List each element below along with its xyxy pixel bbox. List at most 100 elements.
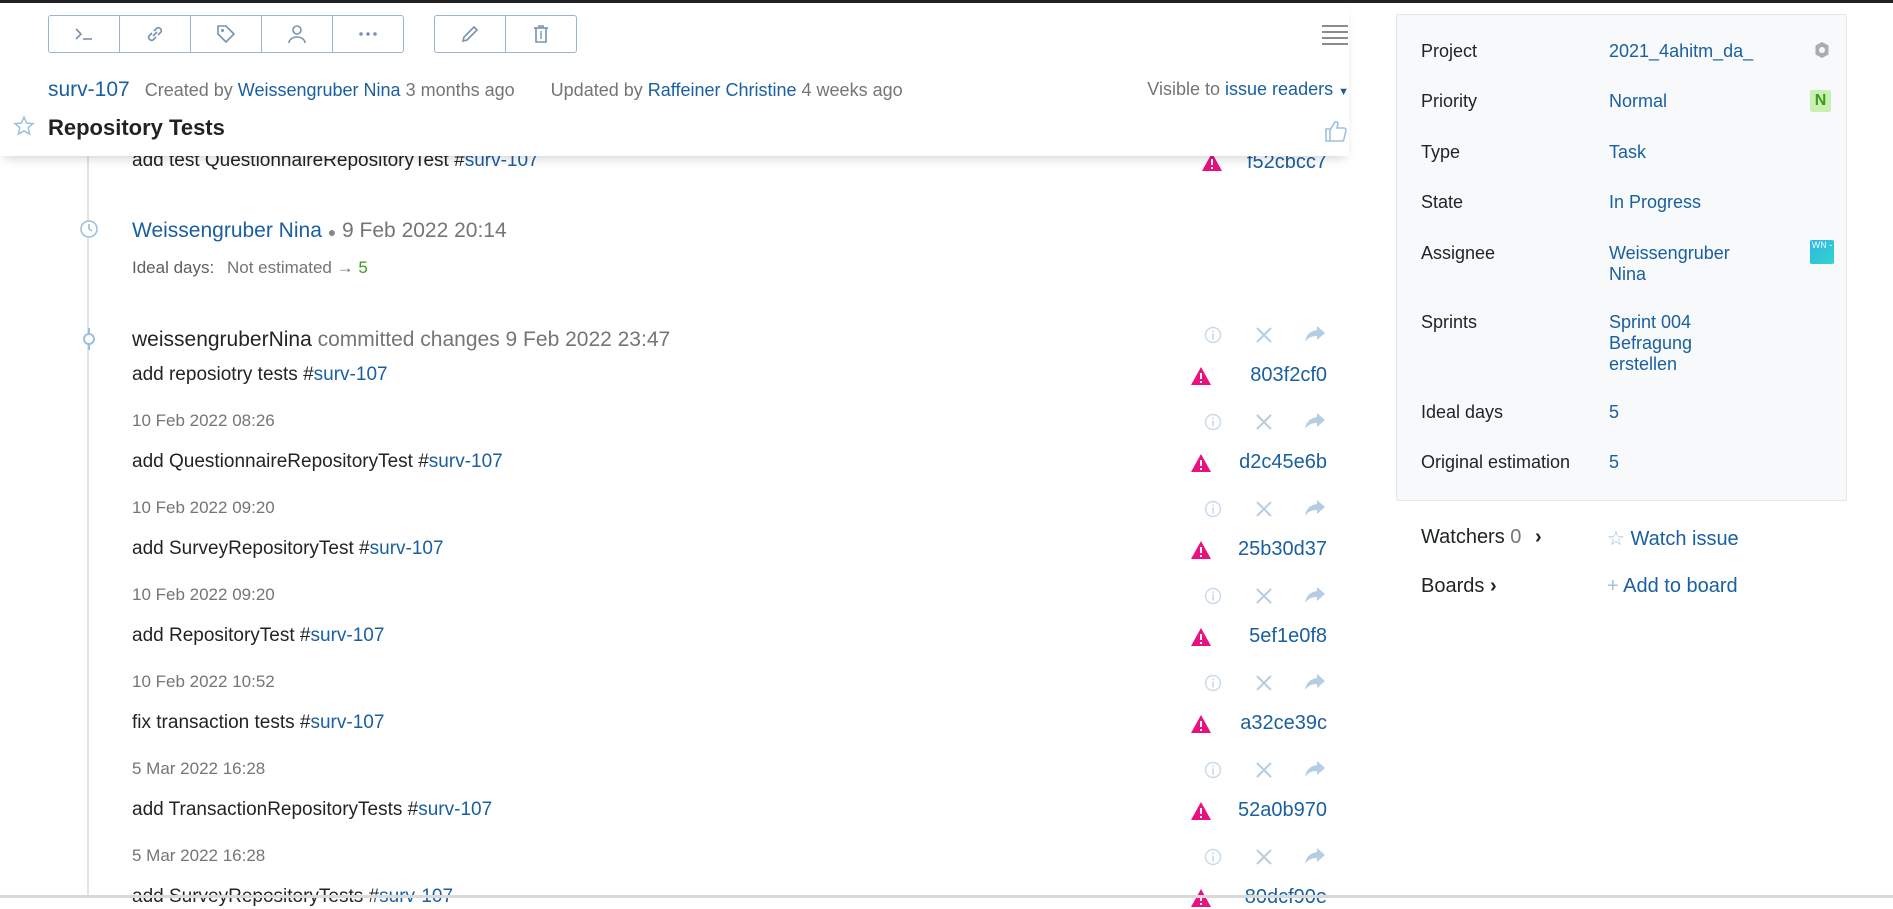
star-outline-icon: ☆ [1607,528,1625,550]
share-icon[interactable] [1304,411,1326,431]
info-icon[interactable] [1204,413,1222,431]
commit-message: add RepositoryTest #surv-107 [132,625,384,647]
field-label-sprints: Sprints [1421,312,1478,332]
info-icon[interactable] [1204,761,1222,779]
commit-hash-link[interactable]: 5ef1e0f8 [1197,625,1327,648]
event-time: 9 Feb 2022 20:14 [342,219,507,242]
commit-text: add RepositoryTest # [132,625,311,646]
field-value-sprints[interactable]: Sprint 004 Befragung erstellen [1609,312,1749,375]
commit-message: add TransactionRepositoryTests #surv-107 [132,799,492,821]
share-icon[interactable] [1304,585,1326,605]
star-icon[interactable] [13,115,35,137]
more-button[interactable] [333,16,403,52]
watch-issue-button[interactable]: ☆ Watch issue [1607,526,1739,551]
commit-hash-link[interactable]: 803f2cf0 [1197,364,1327,387]
tag-button[interactable] [191,16,262,52]
updated-ago: 4 weeks ago [801,80,903,100]
commit-timestamp: 10 Feb 2022 09:20 [132,585,275,604]
close-icon[interactable] [1254,847,1274,867]
field-value-type[interactable]: Task [1609,142,1799,163]
commit-timestamp: 5 Mar 2022 16:28 [132,759,266,778]
field-value-state[interactable]: In Progress [1609,192,1799,213]
share-icon[interactable] [1304,498,1326,518]
created-by-label: Created by [144,80,233,100]
commit-actions [1200,670,1330,696]
commit-action: committed changes [317,328,500,351]
field-label-project: Project [1421,41,1478,61]
share-icon[interactable] [1304,324,1326,344]
commit-hash-link[interactable]: a32ce39c [1197,712,1327,735]
command-button[interactable] [49,16,120,52]
updated-by-label: Updated by [550,80,643,100]
console-icon [75,28,92,40]
created-ago: 3 months ago [405,80,515,100]
watch-issue-link[interactable]: Watch issue [1631,528,1739,550]
issue-title: Repository Tests [48,115,225,140]
issue-link[interactable]: surv-107 [311,625,385,646]
close-icon[interactable] [1254,586,1274,606]
chevron-right-icon: › [1489,575,1497,597]
commit-hash-link[interactable]: d2c45e6b [1197,451,1327,474]
caret-down-icon: ▼ [1338,86,1349,98]
field-value-assignee[interactable]: Weissengruber Nina [1609,243,1749,285]
info-icon[interactable] [1204,848,1222,866]
commit-timestamp: 10 Feb 2022 08:26 [132,411,275,430]
edit-button[interactable] [435,16,506,52]
warning-icon [1191,541,1211,559]
delete-button[interactable] [506,16,576,52]
field-value-project[interactable]: 2021_4ahitm_da_ [1609,41,1799,62]
commit-author: weissengruberNina [132,328,312,351]
updater-link[interactable]: Raffeiner Christine [648,80,797,100]
dot-separator: ● [327,224,337,240]
link-issue-button[interactable] [120,16,191,52]
close-icon[interactable] [1254,673,1274,693]
priority-badge: N [1810,90,1831,112]
close-icon[interactable] [1254,760,1274,780]
field-value-original-estimation[interactable]: 5 [1609,452,1799,473]
issue-link[interactable]: surv-107 [418,799,492,820]
info-icon[interactable] [1204,500,1222,518]
issue-id-link[interactable]: surv-107 [48,78,130,101]
visibility-control[interactable]: Visible to issue readers ▼ [999,79,1349,100]
commit-timestamp: 5 Mar 2022 16:28 [132,846,266,865]
watchers-count: 0 [1510,526,1522,548]
info-icon[interactable] [1204,326,1222,344]
assign-button[interactable] [262,16,333,52]
watchers-toggle[interactable]: Watchers 0 › [1421,526,1542,549]
add-to-board-button[interactable]: + Add to board [1607,575,1738,598]
info-icon[interactable] [1204,587,1222,605]
info-icon[interactable] [1204,674,1222,692]
commit-actions [1200,583,1330,609]
settings-gear-icon[interactable] [1813,41,1831,59]
close-icon[interactable] [1254,412,1274,432]
plus-icon: + [1607,575,1619,597]
commit-actions [1200,496,1330,522]
field-value-ideal-days[interactable]: 5 [1609,402,1799,423]
commit-hash-link[interactable]: 52a0b970 [1197,799,1327,822]
share-icon[interactable] [1304,672,1326,692]
close-icon[interactable] [1254,325,1274,345]
field-value-priority[interactable]: Normal [1609,91,1799,112]
author-link[interactable]: Weissengruber Nina [132,219,322,242]
field-label-assignee: Assignee [1421,243,1496,263]
commit-hash-link[interactable]: 25b30d37 [1197,538,1327,561]
issue-link[interactable]: surv-107 [370,538,444,559]
share-icon[interactable] [1304,846,1326,866]
commit-message: add reposiotry tests #surv-107 [132,364,388,386]
share-icon[interactable] [1304,759,1326,779]
old-value: Not estimated [226,258,332,277]
menu-icon[interactable] [1322,23,1348,45]
commit-actions [1200,844,1330,870]
visibility-link[interactable]: issue readers [1225,79,1333,99]
commit-text: add SurveyRepositoryTest # [132,538,370,559]
more-icon [359,32,377,36]
creator-link[interactable]: Weissengruber Nina [238,80,401,100]
commit-message: add SurveyRepositoryTest #surv-107 [132,538,444,560]
close-icon[interactable] [1254,499,1274,519]
issue-link[interactable]: surv-107 [429,451,503,472]
issue-link[interactable]: surv-107 [314,364,388,385]
add-to-board-link[interactable]: Add to board [1623,575,1738,597]
thumbs-up-icon[interactable] [1323,118,1349,144]
boards-toggle[interactable]: Boards › [1421,575,1497,598]
issue-link[interactable]: surv-107 [310,712,384,733]
